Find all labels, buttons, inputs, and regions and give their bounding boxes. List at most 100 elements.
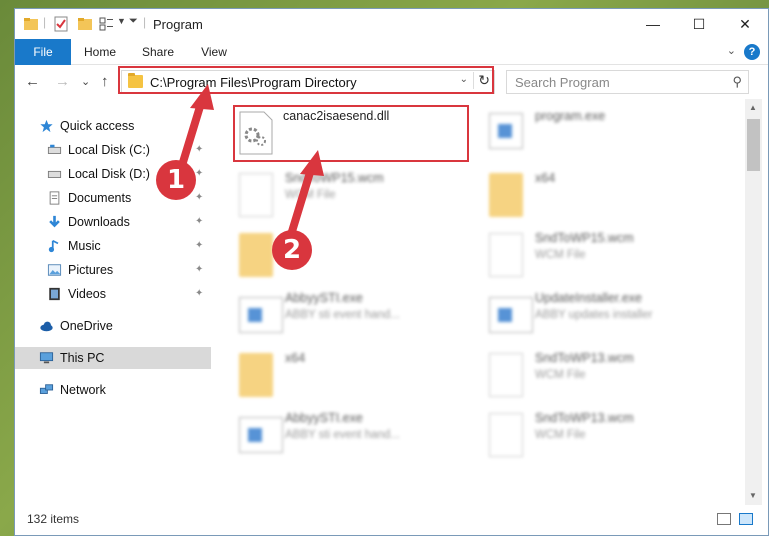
file-item[interactable] — [211, 227, 451, 285]
status-bar: 132 items — [15, 505, 768, 535]
sidebar-item-this-pc[interactable]: This PC — [15, 347, 211, 369]
folder-icon — [239, 353, 273, 397]
close-button[interactable]: ✕ — [722, 9, 768, 39]
properties-icon[interactable] — [53, 16, 69, 32]
separator: | — [143, 15, 147, 29]
help-button[interactable]: ? — [744, 44, 760, 60]
minimize-button[interactable]: — — [630, 9, 676, 39]
ribbon: File Home Share View ⌄ ? — [15, 39, 768, 65]
file-name: SndToWP13.wcm — [535, 351, 634, 365]
sidebar-item-onedrive[interactable]: OneDrive — [15, 315, 211, 337]
recent-locations-button[interactable]: ⌄ — [81, 75, 90, 88]
tab-share[interactable]: Share — [135, 39, 181, 65]
sidebar-item-downloads[interactable]: Downloads ✦ — [15, 211, 211, 233]
file-type: WCM File — [285, 189, 336, 201]
tab-home[interactable]: Home — [79, 39, 121, 65]
callout-badge-1: 1 — [156, 160, 196, 200]
document-file-icon — [489, 233, 523, 277]
sidebar-item-label: Pictures — [68, 263, 114, 277]
network-icon — [39, 384, 54, 394]
sidebar-item-label: Videos — [68, 287, 106, 301]
pin-icon[interactable]: ✦ — [195, 187, 203, 209]
file-item[interactable]: program.exe — [461, 105, 701, 163]
file-name: SndToWP15.wcm — [285, 171, 384, 185]
item-count: 132 items — [27, 512, 80, 526]
callout-badge-2: 2 — [272, 230, 312, 270]
customize-toolbar-icon[interactable]: ⏷ — [129, 15, 138, 28]
sidebar-item-label: Documents — [68, 191, 132, 205]
sidebar-item-local-disk-c[interactable]: Local Disk (C:) ✦ — [15, 139, 211, 161]
file-type: WCM File — [535, 369, 586, 381]
view-options-icon[interactable] — [99, 16, 115, 32]
sidebar-item-label: Music — [68, 239, 101, 253]
star-icon — [40, 119, 53, 133]
file-name: SndToWP15.wcm — [535, 231, 634, 245]
drive-icon — [47, 170, 62, 178]
sidebar-item-pictures[interactable]: Pictures ✦ — [15, 259, 211, 281]
scroll-up-icon[interactable]: ▲ — [749, 103, 757, 112]
drive-icon — [47, 144, 62, 154]
scroll-down-icon[interactable]: ▼ — [749, 491, 757, 500]
sidebar-item-label: Network — [60, 383, 106, 397]
file-item[interactable]: SndToWP15.wcm WCM File — [461, 227, 701, 285]
file-item[interactable]: SndToWP13.wcm WCM File — [461, 347, 701, 405]
pin-icon[interactable]: ✦ — [195, 259, 203, 281]
vertical-scrollbar[interactable]: ▲ ▼ — [745, 99, 762, 505]
sidebar-item-label: Quick access — [60, 119, 135, 133]
file-item[interactable]: AbbyySTI.exe ABBY sti event hand... — [211, 287, 451, 345]
search-icon[interactable]: ⚲ — [732, 74, 742, 90]
maximize-button[interactable]: ☐ — [676, 9, 722, 39]
file-name: x64 — [285, 351, 306, 365]
sidebar-item-network[interactable]: Network — [15, 379, 211, 401]
folder-icon — [24, 18, 38, 30]
file-item[interactable]: AbbyySTI.exe ABBY sti event hand... — [211, 407, 451, 465]
forward-button[interactable]: → — [55, 73, 70, 90]
application-icon — [489, 113, 523, 149]
search-box[interactable]: Search Program ⚲ — [506, 70, 749, 94]
sidebar-item-quick-access[interactable]: Quick access — [15, 115, 211, 137]
file-type: ABBY sti event hand... — [285, 429, 400, 441]
address-highlight-box — [118, 66, 494, 94]
file-item[interactable]: x64 — [461, 167, 701, 225]
folder-icon — [489, 173, 523, 217]
tab-view[interactable]: View — [195, 39, 233, 65]
videos-icon — [49, 287, 60, 301]
title-bar: | ▼ ⏷ | Program — ☐ ✕ — [15, 9, 768, 39]
application-icon — [489, 297, 533, 333]
application-icon — [239, 297, 283, 333]
expand-ribbon-icon[interactable]: ⌄ — [727, 44, 736, 57]
pin-icon[interactable]: ✦ — [195, 211, 203, 233]
file-item[interactable]: x64 — [211, 347, 451, 405]
up-button[interactable]: ↑ — [101, 73, 109, 90]
tiles-view-icon[interactable] — [739, 513, 753, 525]
sidebar-item-music[interactable]: Music ✦ — [15, 235, 211, 257]
file-name: SndToWP13.wcm — [535, 411, 634, 425]
separator: | — [43, 15, 47, 29]
scroll-thumb[interactable] — [747, 119, 760, 171]
file-item[interactable]: SndToWP13.wcm WCM File — [461, 407, 701, 465]
window-title: Program — [153, 17, 203, 32]
documents-icon — [49, 191, 60, 205]
sidebar-item-videos[interactable]: Videos ✦ — [15, 283, 211, 305]
file-type: WCM File — [535, 429, 586, 441]
sidebar-item-label: OneDrive — [60, 319, 113, 333]
file-name: program.exe — [535, 109, 606, 123]
details-view-icon[interactable] — [717, 513, 731, 525]
tab-file[interactable]: File — [15, 39, 71, 65]
file-item[interactable]: UpdateInstaller.exe ABBY updates install… — [461, 287, 701, 345]
file-type: WCM File — [535, 249, 586, 261]
pin-icon[interactable]: ✦ — [195, 235, 203, 257]
new-folder-icon[interactable] — [77, 16, 93, 32]
sidebar-item-label: Downloads — [68, 215, 130, 229]
sidebar-item-label: This PC — [60, 351, 105, 365]
document-file-icon — [489, 413, 523, 457]
file-name: AbbyySTI.exe — [285, 291, 363, 305]
back-button[interactable]: ← — [25, 73, 40, 90]
dropdown-arrow-icon[interactable]: ▼ — [117, 16, 126, 26]
application-icon — [239, 417, 283, 453]
pin-icon[interactable]: ✦ — [195, 163, 203, 185]
file-item[interactable]: SndToWP15.wcm WCM File — [211, 167, 451, 225]
pictures-icon — [47, 264, 62, 276]
pin-icon[interactable]: ✦ — [195, 283, 203, 305]
pin-icon[interactable]: ✦ — [195, 139, 203, 161]
